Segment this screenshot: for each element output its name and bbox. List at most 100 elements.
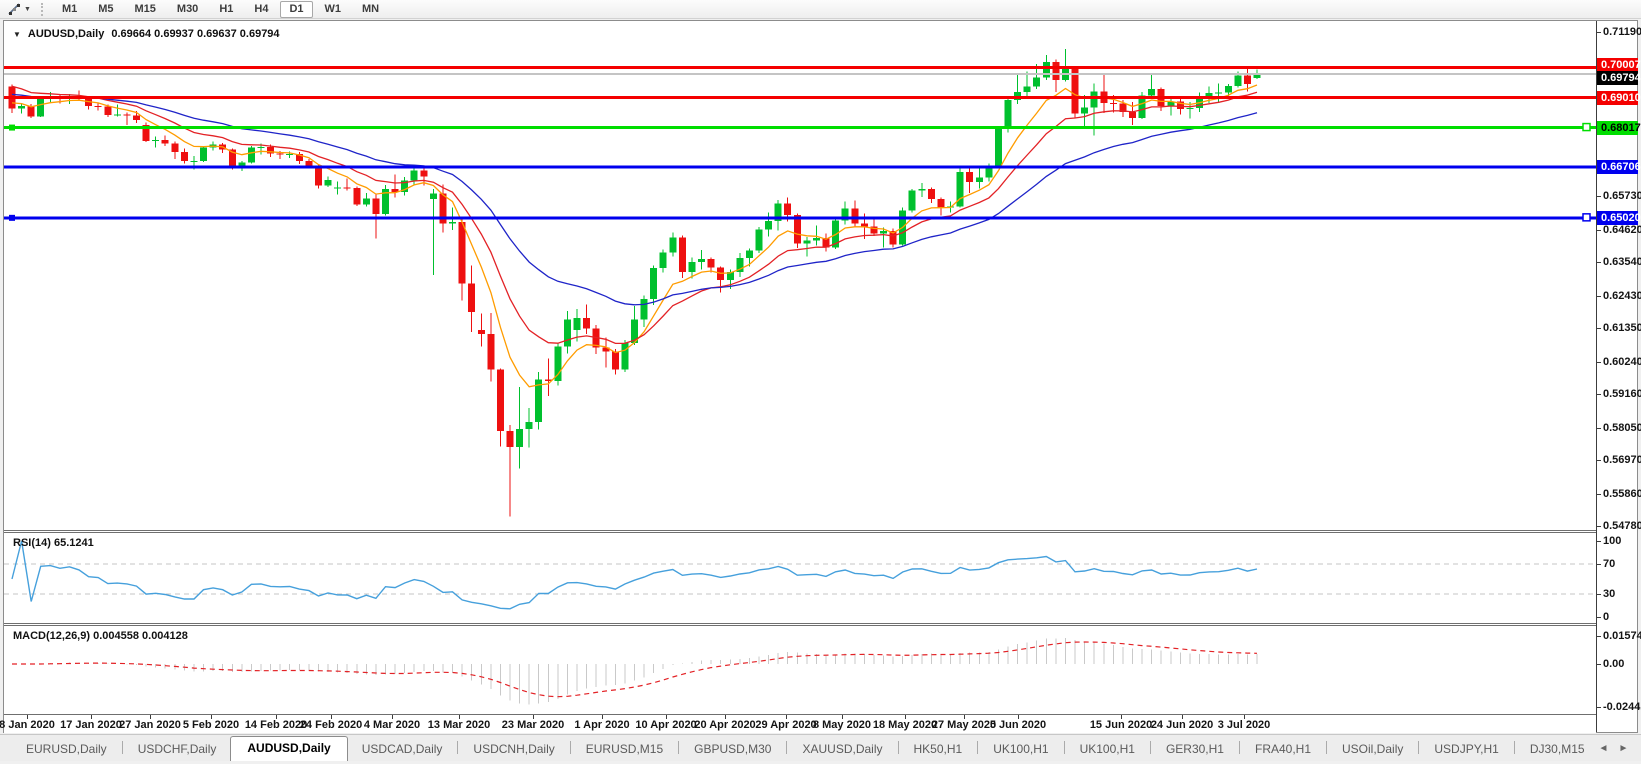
price-tick-label: 0.55860 [1603, 487, 1641, 501]
date-label: 1 Apr 2020 [574, 719, 629, 731]
chart-tab-ger30-h1[interactable]: GER30,H1 [1152, 738, 1238, 761]
chart-tab-usoil-daily[interactable]: USOil,Daily [1328, 738, 1417, 761]
tab-scroll-arrows: ◄ ► [1599, 744, 1641, 761]
date-label: 4 Mar 2020 [364, 719, 420, 731]
timeframe-button-m30[interactable]: M30 [168, 1, 207, 18]
date-label: 24 Jun 2020 [1151, 719, 1213, 731]
chart-tabs: EURUSD,DailyUSDCHF,DailyAUDUSD,DailyUSDC… [0, 735, 1599, 761]
axis-tick-mark [1597, 262, 1601, 263]
price-tick-label: 0.58050 [1603, 421, 1641, 435]
macd-canvas[interactable] [4, 626, 1596, 713]
axis-tick-mark [1597, 362, 1601, 363]
chart-tab-usdcad-daily[interactable]: USDCAD,Daily [348, 738, 457, 761]
toolbar-grip [41, 3, 45, 16]
crosshair-tool-button[interactable]: ▼ [4, 2, 35, 17]
toolbar: ▼ M1M5M15M30H1H4D1W1MN [0, 0, 1641, 19]
axis-tick-mark [1597, 394, 1601, 395]
price-tick-label: 0.56970 [1603, 453, 1641, 467]
date-label: 29 Apr 2020 [755, 719, 816, 731]
axis-tick-mark [1597, 564, 1601, 565]
date-label: 15 Jun 2020 [1090, 719, 1152, 731]
price-tick-label: 0.63540 [1603, 255, 1641, 269]
axis-tick-mark [1597, 460, 1601, 461]
line-handle[interactable] [1583, 124, 1590, 131]
chart-tab-usdjpy-h1[interactable]: USDJPY,H1 [1420, 738, 1512, 761]
price-level-badge: 0.66706 [1597, 160, 1638, 174]
chart-tab-uk100-h1[interactable]: UK100,H1 [1066, 738, 1149, 761]
macd-axis-label: 0.00 [1603, 657, 1624, 671]
chart-tab-uk100-h1[interactable]: UK100,H1 [979, 738, 1062, 761]
chart-tab-usdcnh-daily[interactable]: USDCNH,Daily [459, 738, 568, 761]
chart-tab-usdchf-daily[interactable]: USDCHF,Daily [124, 738, 231, 761]
axis-tick-mark [1597, 594, 1601, 595]
tab-separator [1418, 741, 1419, 754]
rsi-axis-label: 0 [1603, 610, 1609, 624]
price-tick-label: 0.54780 [1603, 519, 1641, 533]
date-label: 20 Apr 2020 [694, 719, 755, 731]
date-label: 3 Jul 2020 [1218, 719, 1271, 731]
chart-tab-hk50-h1[interactable]: HK50,H1 [900, 738, 977, 761]
line-handle[interactable] [1583, 214, 1590, 221]
date-label: 13 Mar 2020 [428, 719, 490, 731]
price-tick-label: 0.59160 [1603, 387, 1641, 401]
chart-tab-dj30-m15[interactable]: DJ30,M15 [1516, 738, 1599, 761]
price-axis[interactable]: 0.711900.657300.646200.635400.624300.613… [1596, 21, 1637, 732]
chart-tab-audusd-daily[interactable]: AUDUSD,Daily [230, 736, 347, 761]
timeframe-button-m1[interactable]: M1 [53, 1, 86, 18]
timeframe-button-h1[interactable]: H1 [210, 1, 242, 18]
tab-separator [1514, 741, 1515, 754]
axis-tick-mark [1597, 230, 1601, 231]
chevron-down-icon: ▼ [24, 6, 31, 13]
tab-scroll-right-icon[interactable]: ► [1618, 744, 1628, 754]
price-level-badge: 0.70007 [1597, 58, 1638, 72]
rsi-axis-label: 30 [1603, 587, 1615, 601]
pane-separator[interactable] [4, 623, 1596, 624]
tab-separator [1326, 741, 1327, 754]
price-tick-label: 0.61350 [1603, 321, 1641, 335]
pane-separator[interactable] [4, 530, 1596, 531]
chart-tab-eurusd-m15[interactable]: EURUSD,M15 [572, 738, 677, 761]
timeframe-button-mn[interactable]: MN [353, 1, 388, 18]
line-handle[interactable] [9, 125, 15, 131]
collapse-icon[interactable]: ▼ [13, 30, 21, 39]
tab-scroll-left-icon[interactable]: ◄ [1599, 744, 1609, 754]
axis-tick-mark [1597, 526, 1601, 527]
main-chart-canvas[interactable] [4, 21, 1596, 530]
macd-axis-label: 0.015741 [1603, 629, 1641, 643]
tab-separator [122, 741, 123, 754]
date-label: 27 May 2020 [932, 719, 996, 731]
chart-symbol-label: AUDUSD,Daily [28, 28, 104, 40]
date-axis[interactable]: 8 Jan 202017 Jan 202027 Jan 20205 Feb 20… [4, 715, 1596, 733]
axis-tick-mark [1597, 328, 1601, 329]
timeframe-button-m5[interactable]: M5 [89, 1, 122, 18]
axis-tick-mark [1597, 617, 1601, 618]
timeframe-button-m15[interactable]: M15 [126, 1, 165, 18]
date-label: 17 Jan 2020 [60, 719, 122, 731]
axis-tick-mark [1597, 494, 1601, 495]
timeframe-button-w1[interactable]: W1 [316, 1, 351, 18]
line-handle[interactable] [9, 215, 15, 221]
date-label: 18 May 2020 [873, 719, 937, 731]
chart-ohlc-values: 0.69664 0.69937 0.69637 0.69794 [111, 28, 279, 40]
chart-window: ▼ AUDUSD,Daily 0.69664 0.69937 0.69637 0… [3, 20, 1638, 733]
price-tick-label: 0.62430 [1603, 289, 1641, 303]
timeframe-button-h4[interactable]: H4 [245, 1, 277, 18]
chart-tab-gbpusd-m30[interactable]: GBPUSD,M30 [680, 738, 785, 761]
axis-tick-mark [1597, 32, 1601, 33]
date-label: 8 Jan 2020 [0, 719, 55, 731]
chart-tab-xauusd-daily[interactable]: XAUUSD,Daily [788, 738, 896, 761]
axis-tick-mark [1597, 428, 1601, 429]
rsi-canvas[interactable] [4, 533, 1596, 622]
chart-tab-fra40-h1[interactable]: FRA40,H1 [1241, 738, 1325, 761]
date-label: 14 Feb 2020 [245, 719, 307, 731]
price-tick-label: 0.60240 [1603, 355, 1641, 369]
timeframe-buttons: M1M5M15M30H1H4D1W1MN [53, 1, 388, 18]
timeframe-button-d1[interactable]: D1 [280, 1, 312, 18]
price-tick-label: 0.65730 [1603, 189, 1641, 203]
axis-tick-mark [1597, 664, 1601, 665]
crosshair-tool-icon [8, 3, 22, 16]
price-level-badge: 0.69794 [1597, 71, 1638, 85]
macd-axis-label: -0.024412 [1603, 700, 1641, 714]
date-label: 10 Apr 2020 [635, 719, 696, 731]
chart-tab-eurusd-daily[interactable]: EURUSD,Daily [12, 738, 121, 761]
